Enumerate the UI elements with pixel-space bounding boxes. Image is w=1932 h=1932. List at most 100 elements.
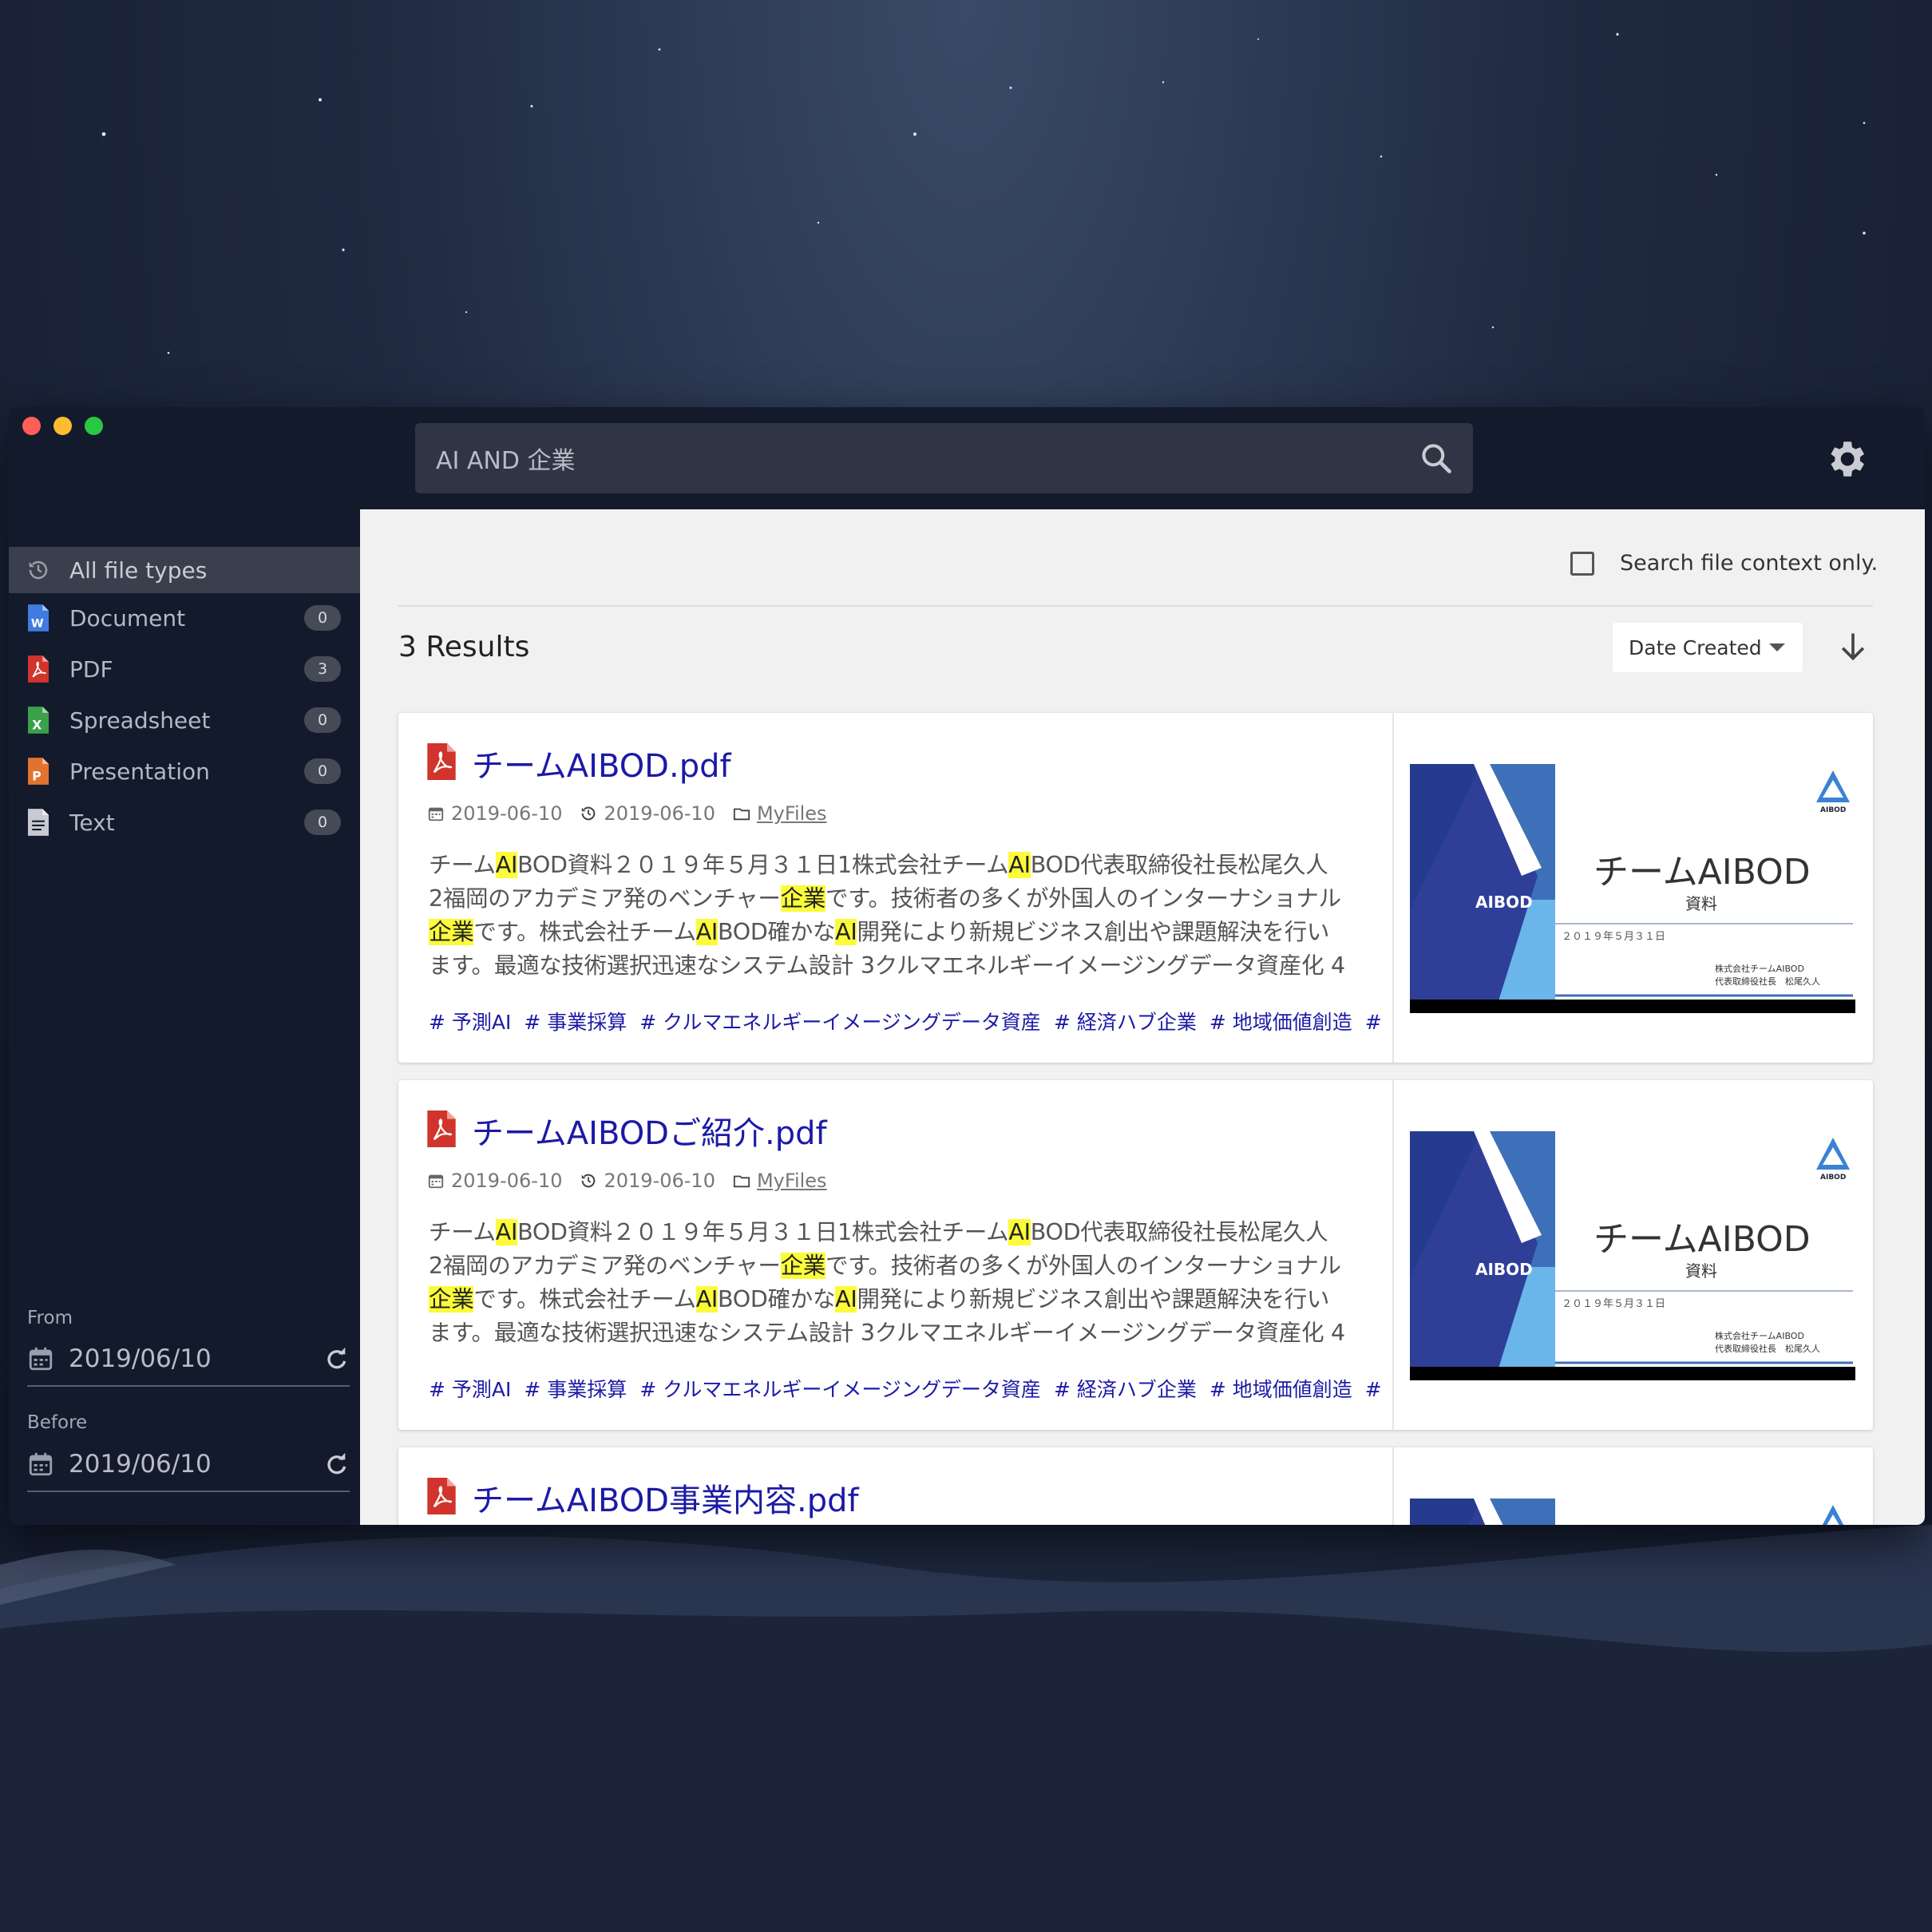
result-card[interactable]: チームAIBOD.pdf 2019-06-10 2019-06-10 MyFil… — [398, 713, 1873, 1063]
svg-text:２０１９年５月３１日: ２０１９年５月３１日 — [1562, 1298, 1665, 1310]
svg-text:AIBOD: AIBOD — [1820, 1174, 1846, 1182]
sidebar-item-label: Document — [69, 604, 186, 631]
highlighted-term: AI — [1008, 852, 1031, 878]
svg-text:P: P — [32, 770, 41, 784]
search-input[interactable] — [434, 443, 1419, 473]
snippet-text: 2福岡のアカデミア発のベンチャー — [429, 885, 781, 912]
result-title[interactable]: チームAIBOD.pdf — [472, 740, 731, 786]
sidebar-item-presentation[interactable]: P Presentation 0 — [9, 748, 360, 794]
modified-date: 2019-06-10 — [604, 1170, 715, 1192]
result-card[interactable]: チームAIBOD事業内容.pdf — [398, 1447, 1873, 1525]
history-icon — [26, 556, 50, 584]
snippet-line: 2福岡のアカデミア発のベンチャー企業です。技術者の多くが外国人のインターナショナ… — [429, 1249, 1379, 1283]
svg-text:２０１９年５月３１日: ２０１９年５月３１日 — [1562, 931, 1665, 943]
sidebar-item-label: Text — [69, 809, 115, 836]
svg-text:AIBOD: AIBOD — [1820, 806, 1846, 814]
sort-select[interactable]: Date Created — [1613, 623, 1803, 672]
highlighted-term: AI — [695, 919, 719, 945]
count-badge: 0 — [304, 605, 341, 631]
results-count: 3 Results — [398, 631, 530, 663]
snippet-text: BOD資料２０１９年５月３１日1株式会社チーム — [517, 1219, 1009, 1245]
result-title[interactable]: チームAIBOD事業内容.pdf — [472, 1475, 859, 1521]
highlighted-term: 企業 — [780, 885, 825, 912]
before-label: Before — [27, 1412, 88, 1433]
snippet-text: です。技術者の多くが外国人のインターナショナル — [825, 885, 1341, 912]
sidebar-item-spreadsheet[interactable]: X Spreadsheet 0 — [9, 697, 360, 743]
sidebar-item-document[interactable]: W Document 0 — [9, 595, 360, 641]
pdf-file-icon — [427, 1478, 456, 1514]
folder-link[interactable]: MyFiles — [757, 802, 827, 825]
context-only-checkbox[interactable] — [1570, 551, 1594, 576]
zoom-window-button[interactable] — [85, 417, 103, 435]
calendar-icon[interactable] — [27, 1451, 54, 1478]
result-title[interactable]: チームAIBODご紹介.pdf — [472, 1107, 827, 1154]
snippet-line: 2福岡のアカデミア発のベンチャー企業です。技術者の多くが外国人のインターナショナ… — [429, 882, 1379, 916]
result-meta: 2019-06-10 2019-06-10 MyFiles — [427, 1170, 827, 1192]
snippet-text: BOD代表取締役社長松尾久人 — [1030, 852, 1328, 878]
highlighted-term: 企業 — [429, 919, 474, 945]
tag-link[interactable]: # 事業採算 — [524, 1378, 627, 1401]
chevron-down-icon — [1769, 643, 1785, 651]
from-date-value: 2019/06/10 — [69, 1344, 212, 1373]
tag-link[interactable]: # 予測AI — [429, 1378, 511, 1401]
before-date-value: 2019/06/10 — [69, 1450, 212, 1479]
modified-date: 2019-06-10 — [604, 802, 715, 825]
folder-link[interactable]: MyFiles — [757, 1170, 827, 1192]
close-window-button[interactable] — [22, 417, 41, 435]
context-only-label: Search file context only. — [1620, 551, 1879, 576]
tag-link[interactable]: # 予測AI — [429, 1011, 511, 1034]
tag-link[interactable]: # — [1365, 1378, 1382, 1401]
refresh-icon[interactable] — [323, 1345, 350, 1372]
highlighted-term: AI — [695, 1286, 719, 1312]
calendar-icon[interactable] — [27, 1345, 54, 1372]
snippet-line: ます。最適な技術選択迅速なシステム設計 3クルマエネルギーイメージングデータ資産… — [429, 949, 1379, 983]
text-file-icon — [26, 809, 50, 836]
result-card[interactable]: チームAIBODご紹介.pdf 2019-06-10 2019-06-10 My… — [398, 1080, 1873, 1430]
calendar-icon — [428, 1174, 444, 1189]
search-bar[interactable] — [415, 423, 1473, 493]
sidebar-item-text[interactable]: Text 0 — [9, 799, 360, 845]
sidebar-item-all-file-types[interactable]: All file types — [9, 547, 360, 593]
document-thumbnail[interactable] — [1410, 1498, 1855, 1525]
snippet-line: チームAIBOD資料２０１９年５月３１日1株式会社チームAIBOD代表取締役社長… — [429, 849, 1379, 882]
highlighted-term: AI — [835, 919, 857, 945]
word-file-icon: W — [26, 604, 50, 631]
highlighted-term: AI — [1008, 1219, 1031, 1245]
title-bar — [9, 407, 1925, 509]
tag-link[interactable]: # 事業採算 — [524, 1011, 627, 1034]
count-badge: 3 — [304, 656, 341, 682]
snippet-text: BOD代表取締役社長松尾久人 — [1030, 1219, 1328, 1245]
tag-link[interactable]: # 地域価値創造 — [1209, 1011, 1352, 1034]
context-only-option[interactable]: Search file context only. — [1570, 551, 1878, 576]
before-date-field[interactable]: 2019/06/10 — [27, 1438, 350, 1492]
document-thumbnail[interactable]: AIBOD チームAIBOD 資料 ２０１９年５月３１日 株式会社チームAIBO… — [1410, 764, 1855, 1013]
result-tags: # 予測AI # 事業採算 # クルマエネルギーイメージングデータ資産 # 経済ハブ企… — [429, 1374, 1387, 1403]
from-date-field[interactable]: 2019/06/10 — [27, 1332, 350, 1387]
document-thumbnail[interactable]: AIBOD チームAIBOD 資料 ２０１９年５月３１日 株式会社チームAIBO… — [1410, 1131, 1855, 1380]
highlighted-term: 企業 — [429, 1286, 474, 1312]
highlighted-term: AI — [835, 1286, 857, 1312]
result-meta: 2019-06-10 2019-06-10 MyFiles — [427, 802, 827, 825]
tag-link[interactable]: # 経済ハブ企業 — [1054, 1378, 1197, 1401]
pdf-file-icon — [26, 655, 50, 683]
thumbnail-divider — [1392, 713, 1394, 1063]
folder-icon — [733, 808, 750, 821]
history-icon — [582, 806, 596, 821]
snippet-text: BOD確かな — [718, 919, 836, 945]
refresh-icon[interactable] — [323, 1451, 350, 1478]
snippet-line: チームAIBOD資料２０１９年５月３１日1株式会社チームAIBOD代表取締役社長… — [429, 1216, 1379, 1249]
tag-link[interactable]: # 地域価値創造 — [1209, 1378, 1352, 1401]
tag-link[interactable]: # 経済ハブ企業 — [1054, 1011, 1197, 1034]
svg-text:AIBOD: AIBOD — [1475, 893, 1533, 912]
snippet-text: ます。最適な技術選択迅速なシステム設計 3クルマエネルギーイメージングデータ資産… — [429, 952, 1345, 979]
calendar-icon — [428, 807, 444, 821]
minimize-window-button[interactable] — [53, 417, 72, 435]
arrow-down-icon[interactable] — [1835, 629, 1871, 664]
tag-link[interactable]: # クルマエネルギーイメージングデータ資産 — [639, 1011, 1041, 1034]
search-icon[interactable] — [1419, 441, 1454, 476]
gear-icon[interactable] — [1823, 436, 1869, 482]
sidebar-item-pdf[interactable]: PDF 3 — [9, 646, 360, 692]
tag-link[interactable]: # クルマエネルギーイメージングデータ資産 — [639, 1378, 1041, 1401]
tag-link[interactable]: # — [1365, 1011, 1382, 1034]
snippet-text: BOD資料２０１９年５月３１日1株式会社チーム — [517, 852, 1009, 878]
